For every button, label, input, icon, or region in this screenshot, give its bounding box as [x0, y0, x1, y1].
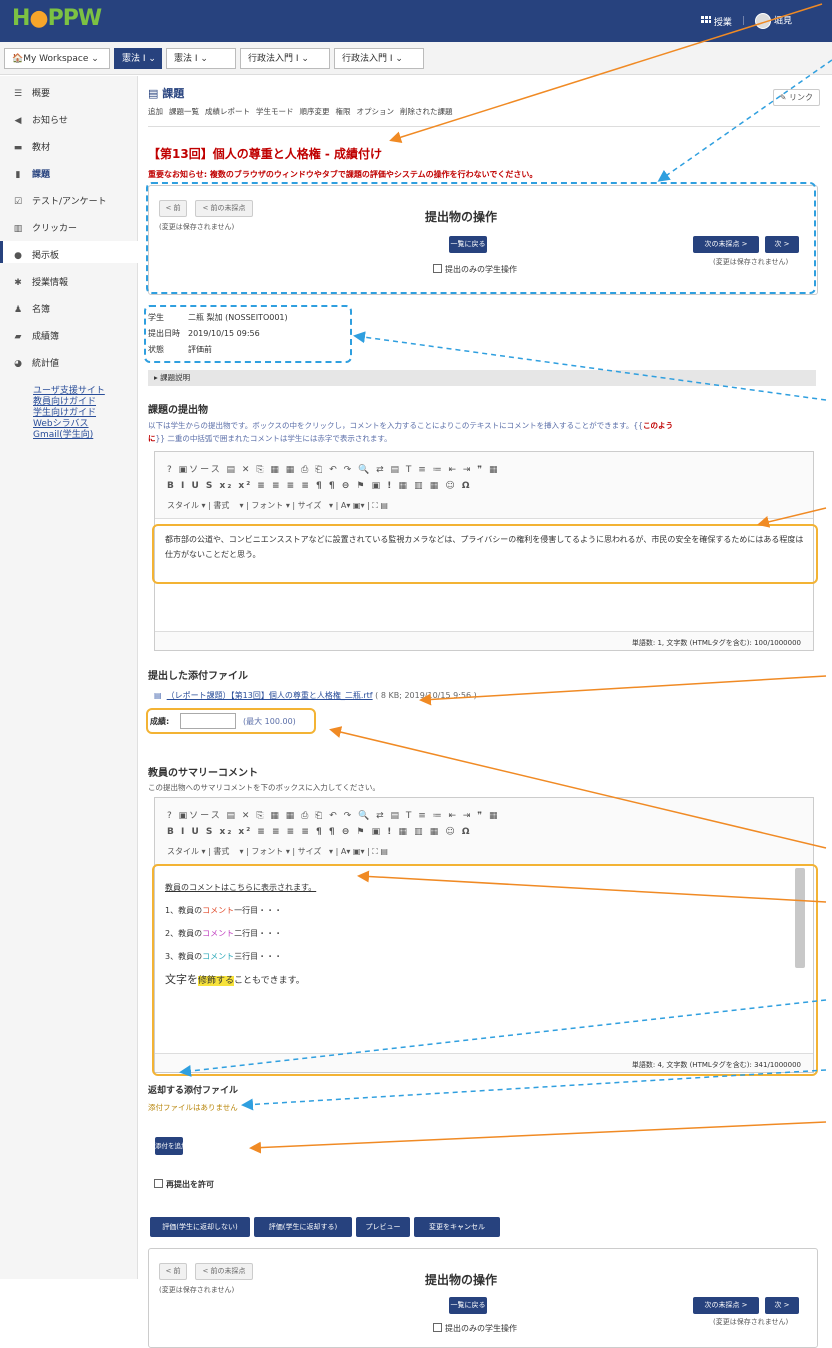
submission-instructions: 以下は学生からの提出物です。ボックスの中をクリックし，コメントを入力することによ… — [148, 421, 673, 443]
sidebar-item-tests[interactable]: ☑ テスト/アンケート — [12, 192, 107, 212]
allow-resubmit-checkbox[interactable]: 再提出を許可 — [154, 1179, 214, 1190]
unsaved-note-right-bottom: (変更は保存されません) — [713, 1318, 789, 1326]
attachments-heading: 提出した添付ファイル — [148, 671, 248, 682]
summary-toolbar-row3[interactable]: スタイル ▾ | 書式 ▾ | フォント ▾ | サイズ ▾ | A▾ ▣▾ |… — [167, 846, 388, 857]
tab-permissions[interactable]: 権限 — [336, 107, 351, 116]
sidebar-item-gradebook[interactable]: ▰ 成績簿 — [12, 327, 59, 347]
attachment-meta: ( 8 KB; 2019/10/15 9:56 ) — [375, 691, 477, 700]
sub-nav: 追加 課題一覧 成績レポート 学生モード 順序変更 権限 オプション 削除された課題 — [148, 106, 820, 127]
tool-sidebar: ☰ 概要 ◀ お知らせ ▬ 教材 ▮ 課題 ☑ テスト/アンケート ▥ クリッカー ● 掲示板… — [0, 76, 138, 1279]
unsaved-note-left-bottom: (変更は保存されません) — [159, 1286, 235, 1294]
sidebar-item-forum[interactable]: ● 掲示板 — [12, 246, 59, 266]
annotation-submission-text-box — [152, 524, 818, 584]
pie-icon: ◕ — [14, 359, 22, 369]
link-teacher-guide[interactable]: 教員向けガイド — [33, 397, 96, 408]
tab-add[interactable]: 追加 — [148, 107, 163, 116]
return-files-heading: 返却する添付ファイル — [148, 1086, 239, 1096]
submission-heading: 課題の提出物 — [148, 405, 208, 416]
cancel-changes-button[interactable]: 変更をキャンセル — [414, 1217, 500, 1237]
arrow-to-student-info — [353, 331, 827, 401]
link-button[interactable]: ✎ リンク — [772, 89, 820, 106]
sidebar-item-assignments[interactable]: ▮ 課題 — [12, 165, 51, 185]
nav-panel-title-bottom: 提出物の操作 — [425, 1273, 498, 1287]
arrow-to-save-button — [249, 1121, 827, 1154]
next-button-bottom[interactable]: 次 > — [765, 1297, 799, 1314]
tab-options[interactable]: オプション — [357, 107, 395, 116]
summary-toolbar-row2[interactable]: B I U S x₂ x² ≡ ≡ ≡ ≡ ¶ ¶ ⊖ ⚑ ▣ ! ▦ ▥ ▦ … — [167, 827, 472, 837]
tab-student-mode[interactable]: 学生モード — [256, 107, 294, 116]
sidebar-item-statistics[interactable]: ◕ 統計値 — [12, 354, 59, 374]
folder-icon: ▬ — [13, 143, 23, 153]
annotation-grade-box — [146, 708, 316, 734]
tab-grade-report[interactable]: 成績レポート — [205, 107, 250, 116]
site-tab-workspace[interactable]: 🏠My Workspace ⌄ — [4, 48, 110, 69]
sidebar-item-roster[interactable]: ♟ 名簿 — [12, 300, 50, 320]
back-to-list-button-bottom[interactable]: 一覧に戻る — [449, 1297, 487, 1314]
grid-icon — [701, 15, 712, 25]
summary-toolbar-row1[interactable]: ? ▣ソース ▤ ✕ ⎘ ▦ ▦ ⎙ ⎗ ↶ ↷ 🔍 ⇄ ▤ T ≡ ≔ ⇤ ⇥… — [167, 808, 500, 821]
bar-chart-icon: ▥ — [13, 224, 23, 234]
link-user-support[interactable]: ユーザ支援サイト — [33, 386, 105, 397]
only-submitted-checkbox-bottom[interactable]: 提出のみの学生操作 — [433, 1323, 517, 1334]
prev-button-bottom[interactable]: < 前 — [159, 1263, 187, 1280]
site-tab-kenpo-2[interactable]: 憲法 I ⌄ — [166, 48, 236, 69]
link-gmail[interactable]: Gmail(学生向) — [33, 430, 93, 441]
list-icon: ☰ — [13, 89, 23, 99]
avatar — [754, 13, 771, 29]
editor-toolbar-row2[interactable]: B I U S x₂ x² ≡ ≡ ≡ ≡ ¶ ¶ ⊖ ⚑ ▣ ! ▦ ▥ ▦ … — [167, 481, 472, 491]
save-and-return-button[interactable]: 評価(学生に返却する) — [254, 1217, 352, 1237]
sidebar-item-class-info[interactable]: ✱ 授業情報 — [12, 273, 68, 293]
sidebar-item-resources[interactable]: ▬ 教材 — [12, 138, 50, 158]
annotation-nav-panel-box — [146, 182, 816, 294]
attachment-row: ▤ （レポート課題）【第13回】個人の尊重と人格権_二瓶.rtf ( 8 KB;… — [154, 690, 477, 701]
summary-heading: 教員のサマリーコメント — [148, 768, 258, 779]
tab-deleted[interactable]: 削除された課題 — [400, 107, 453, 116]
preview-button[interactable]: プレビュー — [356, 1217, 410, 1237]
tool-title: ▤ 課題 — [148, 87, 185, 100]
save-no-return-button[interactable]: 評価(学生に返却しない) — [150, 1217, 250, 1237]
site-tabs-bar: 🏠My Workspace ⌄ 憲法 I ⌄ 憲法 I ⌄ 行政法入門 I ⌄ … — [0, 42, 832, 75]
checkbox-icon: ☑ — [13, 197, 23, 207]
warning-text: 重要なお知らせ: 複数のブラウザのウィンドウやタブで課題の評価やシステムの操作を… — [148, 170, 538, 179]
file-icon: ▤ — [154, 691, 162, 700]
link-student-guide[interactable]: 学生向けガイド — [33, 408, 96, 419]
chat-icon: ● — [14, 251, 22, 261]
megaphone-icon: ◀ — [14, 116, 22, 126]
site-tab-gyoseiho-2[interactable]: 行政法入門 I ⌄ — [334, 48, 424, 69]
site-tab-kenpo-1[interactable]: 憲法 I ⌄ — [114, 48, 162, 69]
book-icon: ▰ — [14, 332, 22, 342]
user-menu[interactable]: 堀見 — [754, 13, 792, 29]
annotation-summary-box — [152, 864, 818, 1076]
editor-toolbar-row3[interactable]: スタイル ▾ | 書式 ▾ | フォント ▾ | サイズ ▾ | A▾ ▣▾ |… — [167, 500, 388, 511]
tab-assignment-list[interactable]: 課題一覧 — [169, 107, 199, 116]
arrow-to-attachment — [419, 675, 827, 706]
document-icon: ▮ — [15, 170, 21, 180]
editor-toolbar-row1[interactable]: ? ▣ソース ▤ ✕ ⎘ ▦ ▦ ⎙ ⎗ ↶ ↷ 🔍 ⇄ ▤ T ≡ ≔ ⇤ ⇥… — [167, 462, 500, 475]
sidebar-item-announcements[interactable]: ◀ お知らせ — [12, 111, 68, 131]
tab-reorder[interactable]: 順序変更 — [300, 107, 330, 116]
assignment-description-toggle[interactable]: ▸ 課題説明 — [148, 370, 816, 386]
classes-menu[interactable]: 授業 — [701, 15, 732, 28]
site-tab-gyoseiho-1[interactable]: 行政法入門 I ⌄ — [240, 48, 330, 69]
users-icon: ♟ — [13, 305, 23, 315]
return-files-none: 添付ファイルはありません — [148, 1103, 238, 1112]
summary-instruction: この提出物へのサマリコメントを下のボックスに入力してください。 — [148, 783, 380, 792]
attachment-link[interactable]: （レポート課題）【第13回】個人の尊重と人格権_二瓶.rtf — [167, 691, 373, 700]
gear-icon: ✱ — [14, 278, 22, 288]
next-ungraded-button-bottom[interactable]: 次の未採点 > — [693, 1297, 759, 1314]
sidebar-item-overview[interactable]: ☰ 概要 — [12, 84, 50, 104]
page-heading: 【第13回】個人の尊重と人格権 - 成績付け — [148, 147, 383, 161]
top-header: H●PPW 授業 | 堀見 — [0, 0, 832, 42]
submission-nav-panel-bottom: < 前 < 前の未採点 (変更は保存されません) 提出物の操作 一覧に戻る 次の… — [148, 1248, 818, 1348]
sidebar-item-clicker[interactable]: ▥ クリッカー — [12, 219, 77, 239]
submission-word-count: 単語数: 1, 文字数 (HTMLタグを含む): 100/1000000 — [631, 639, 801, 647]
link-web-syllabus[interactable]: Webシラバス — [33, 419, 89, 430]
hoppii-logo[interactable]: H●PPW — [12, 6, 102, 31]
annotation-student-info-box — [144, 305, 352, 363]
add-attachment-button[interactable]: 添付を追加 — [155, 1137, 188, 1155]
prev-ungraded-button-bottom[interactable]: < 前の未採点 — [195, 1263, 253, 1280]
